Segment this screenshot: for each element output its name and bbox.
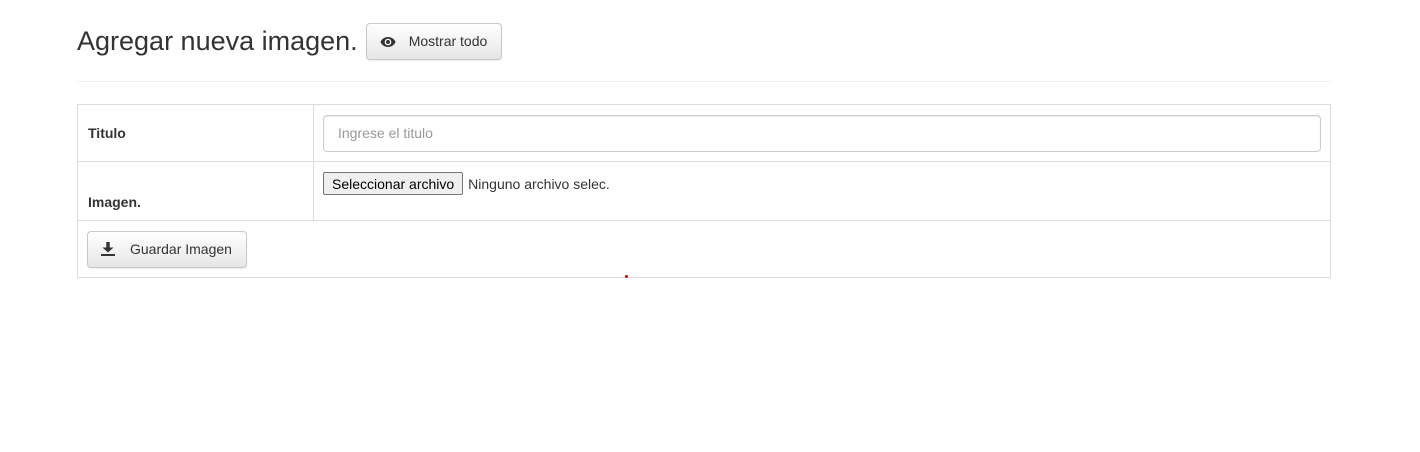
file-status-text: Ninguno archivo selec. [468, 175, 610, 192]
titulo-input[interactable] [323, 114, 1321, 152]
file-input: Seleccionar archivo Ninguno archivo sele… [323, 172, 1330, 195]
image-form-table: Titulo Imagen. Seleccionar archivo Ningu… [77, 104, 1331, 278]
save-image-button[interactable]: Guardar Imagen [87, 230, 247, 268]
save-image-label: Guardar Imagen [130, 241, 232, 257]
titulo-row: Titulo [77, 104, 1331, 162]
titulo-label: Titulo [77, 104, 314, 162]
titulo-input-cell [313, 104, 1331, 162]
header-divider [77, 81, 1331, 82]
save-row: Guardar Imagen [77, 220, 1331, 278]
download-icon [101, 242, 115, 256]
red-indicator-dot [625, 275, 628, 278]
page-title: Agregar nueva imagen. [77, 26, 358, 56]
show-all-label: Mostrar todo [408, 33, 488, 49]
imagen-file-cell: Seleccionar archivo Ninguno archivo sele… [313, 161, 1331, 221]
imagen-label: Imagen. [77, 161, 314, 221]
eye-icon [380, 35, 396, 47]
save-cell: Guardar Imagen [77, 220, 1331, 278]
file-select-button[interactable]: Seleccionar archivo [323, 172, 464, 195]
imagen-row: Imagen. Seleccionar archivo Ninguno arch… [77, 161, 1331, 221]
show-all-button[interactable]: Mostrar todo [365, 22, 503, 60]
page-header: Agregar nueva imagen. Mostrar todo [77, 22, 503, 60]
